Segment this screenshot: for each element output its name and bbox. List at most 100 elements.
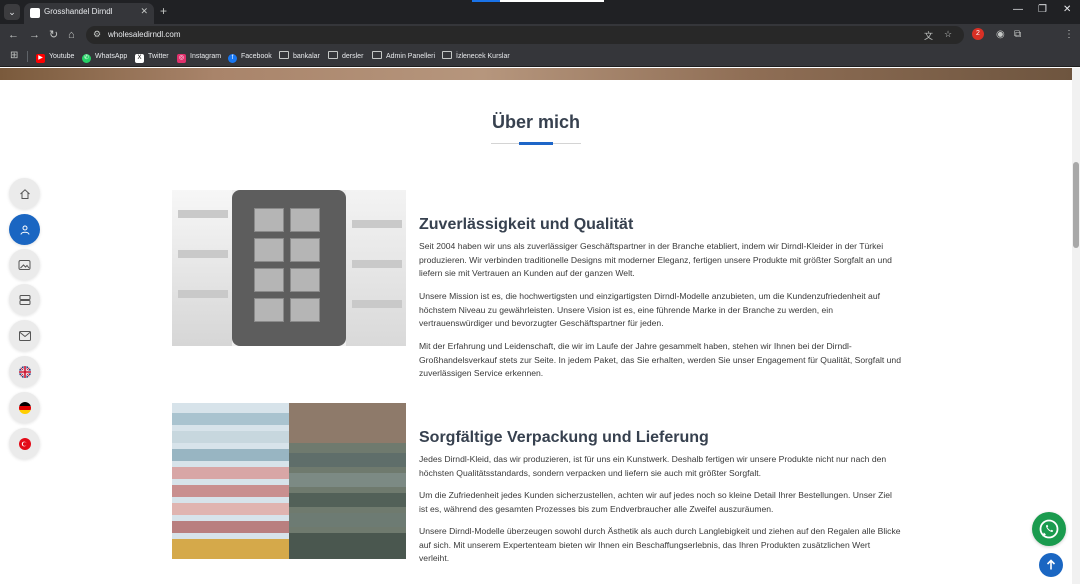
dress-stack: [172, 539, 289, 559]
close-window-icon[interactable]: ✕: [1063, 4, 1071, 15]
scrollbar-thumb[interactable]: [1073, 162, 1079, 248]
box: [254, 268, 284, 292]
address-bar[interactable]: ⚙ wholesaledirndl.com 文 ☆: [86, 26, 964, 44]
translate-icon[interactable]: 文: [924, 29, 933, 42]
block-heading-packaging: Sorgfältige Verpackung und Lieferung: [419, 429, 709, 446]
tab-highlight-bar: [500, 0, 604, 2]
tab-title: Grosshandel Dirndl: [44, 7, 113, 16]
folder-icon: [279, 51, 289, 59]
box: [254, 208, 284, 232]
shelf-rack: [178, 210, 228, 218]
box: [290, 298, 320, 322]
sidenav-lang-en-button[interactable]: [9, 356, 40, 387]
block-packaging-paragraph-1: Jedes Dirndl-Kleid, das wir produzieren,…: [419, 454, 887, 478]
dress-stack: [172, 503, 289, 515]
tab-search-button[interactable]: ⌄: [4, 4, 20, 20]
bookmark-facebook[interactable]: f Facebook: [228, 51, 272, 63]
dress-stack: [172, 521, 289, 533]
box: [254, 298, 284, 322]
dress-stack: [172, 467, 289, 479]
home-icon: [9, 178, 40, 209]
folder-icon: [442, 51, 452, 59]
x-twitter-icon: X: [135, 54, 144, 63]
browser-toolbar: ← → ↻ ⌂ ⚙ wholesaledirndl.com 文 ☆ ◉ ⧉ ⋮: [0, 24, 1080, 46]
box: [290, 268, 320, 292]
dress-pile: [289, 403, 406, 443]
bookmark-whatsapp[interactable]: ✆ WhatsApp: [82, 51, 127, 63]
dress-pile: [289, 493, 406, 507]
box: [290, 208, 320, 232]
sidenav-lang-tr-button[interactable]: [9, 428, 40, 459]
folder-icon: [372, 51, 382, 59]
germany-flag-icon: [9, 392, 40, 423]
bookmark-instagram[interactable]: ◎ Instagram: [177, 51, 221, 63]
block-packaging-paragraph-3: Unsere Dirndl-Modelle überzeugen sowohl …: [419, 526, 901, 563]
dress-stack: [172, 431, 289, 443]
browser-window: ⌄ Grosshandel Dirndl ✕ + — ❐ ✕ ← → ↻ ⌂ ⚙…: [0, 0, 1080, 584]
box: [254, 238, 284, 262]
uk-flag-icon: [9, 356, 40, 387]
tab-strip: ⌄ Grosshandel Dirndl ✕ + — ❐ ✕: [0, 0, 1080, 24]
apps-grid-icon[interactable]: ⊞: [10, 51, 18, 61]
extensions-puzzle-icon[interactable]: ⧉: [1014, 29, 1021, 41]
tab-loading-indicator: [472, 0, 500, 2]
packaged-dresses-photo: [172, 403, 406, 559]
whatsapp-icon: ✆: [82, 54, 91, 63]
whatsapp-icon: [1039, 519, 1059, 539]
block-quality-paragraph-3: Mit der Erfahrung und Leidenschaft, die …: [419, 341, 901, 378]
sidenav-about-button[interactable]: [9, 214, 40, 245]
whatsapp-chat-button[interactable]: [1032, 512, 1066, 546]
dress-pile: [289, 513, 406, 527]
bookmarks-bar: ⊞ ▶ Youtube ✆ WhatsApp X Twitter ◎ Instagram…: [0, 46, 1080, 67]
bookmark-twitter[interactable]: X Twitter: [135, 51, 169, 63]
warehouse-photo: [172, 190, 406, 346]
block-quality-paragraph-2: Unsere Mission ist es, die hochwertigste…: [419, 291, 880, 328]
minimize-icon[interactable]: —: [1013, 4, 1023, 15]
sidenav-home-button[interactable]: [9, 178, 40, 209]
dress-stack: [172, 485, 289, 497]
bookmark-folder-bankalar[interactable]: bankalar: [279, 51, 320, 63]
forward-icon[interactable]: →: [29, 28, 40, 42]
bookmark-folder-kurslar[interactable]: İzlenecek Kurslar: [442, 51, 510, 63]
dress-stack: [172, 413, 289, 425]
reload-icon[interactable]: ↻: [49, 28, 58, 42]
sidenav-lang-de-button[interactable]: [9, 392, 40, 423]
youtube-icon: ▶: [36, 54, 45, 63]
bookmark-youtube[interactable]: ▶ Youtube: [36, 51, 74, 63]
mail-icon: [9, 320, 40, 351]
active-tab[interactable]: Grosshandel Dirndl ✕: [24, 3, 154, 24]
bookmark-folder-admin[interactable]: Admin Panelleri: [372, 51, 435, 63]
tab-close-icon[interactable]: ✕: [140, 6, 148, 17]
restore-icon[interactable]: ❐: [1038, 4, 1047, 15]
facebook-icon: f: [228, 54, 237, 63]
bookmark-star-icon[interactable]: ☆: [944, 29, 952, 40]
shelf-rack: [352, 260, 402, 268]
bookmark-folder-dersler[interactable]: dersler: [328, 51, 363, 63]
extension-badge[interactable]: 2: [972, 28, 984, 40]
box: [290, 238, 320, 262]
bookmarks-separator: [27, 51, 28, 62]
dress-pile: [289, 473, 406, 487]
shelf-left: [172, 190, 232, 346]
block-heading-quality: Zuverlässigkeit und Qualität: [419, 216, 634, 233]
sidenav-gallery-button[interactable]: [9, 249, 40, 280]
folded-dress-stacks: [172, 403, 289, 559]
new-tab-button[interactable]: +: [160, 4, 167, 18]
page-viewport: Über mich Zuverlässigkeit und Qualität S…: [0, 68, 1072, 584]
site-info-icon[interactable]: ⚙: [93, 29, 101, 40]
home-button-icon[interactable]: ⌂: [68, 28, 75, 42]
image-icon: [9, 249, 40, 280]
sidenav-contact-button[interactable]: [9, 320, 40, 351]
site-favicon-icon: [30, 8, 40, 18]
sidenav-services-button[interactable]: [9, 284, 40, 315]
back-icon[interactable]: ←: [8, 28, 19, 42]
page-scrollbar[interactable]: [1072, 68, 1080, 584]
scroll-to-top-button[interactable]: [1039, 553, 1063, 577]
camera-extension-icon[interactable]: ◉: [996, 29, 1005, 41]
arrow-up-icon: [1046, 559, 1056, 570]
block-quality-paragraph-1: Seit 2004 haben wir uns als zuverlässige…: [419, 241, 892, 278]
browser-menu-icon[interactable]: ⋮: [1064, 29, 1074, 41]
hero-image-edge: [0, 68, 1072, 80]
shelf-right: [346, 190, 406, 346]
address-url[interactable]: wholesaledirndl.com: [108, 30, 180, 39]
